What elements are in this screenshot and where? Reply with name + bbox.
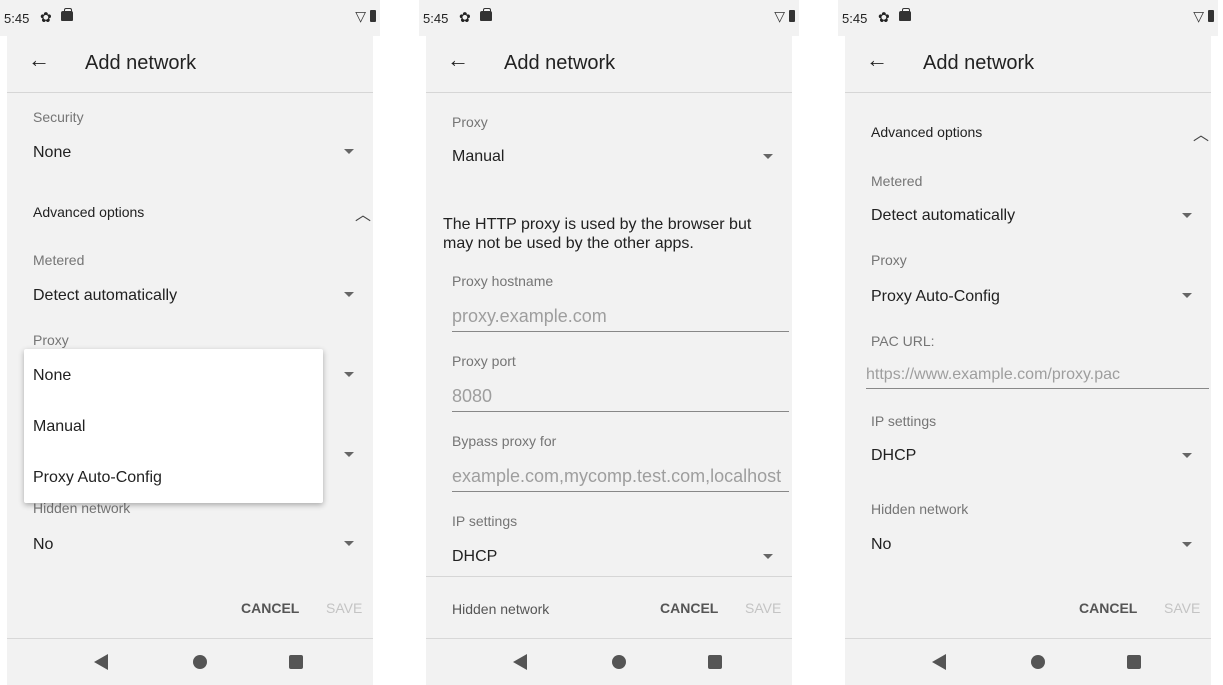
hidden-network-select[interactable]: No [871,536,891,554]
button-bar-divider [426,576,792,577]
back-arrow-icon[interactable]: ← [866,47,888,73]
wifi-icon: ▽ [774,8,785,24]
page-title: Add network [504,52,616,74]
save-button[interactable]: SAVE [745,600,781,616]
advanced-options-label[interactable]: Advanced options [33,204,144,220]
nav-home-icon[interactable] [1031,655,1045,669]
metered-select[interactable]: Detect automatically [33,287,177,305]
ip-settings-label: IP settings [452,513,518,529]
hidden-network-caret-icon[interactable] [1182,542,1192,547]
cancel-button[interactable]: CANCEL [241,600,299,616]
proxy-label: Proxy [33,332,69,348]
ip-caret-icon[interactable] [344,452,354,457]
app-bar: ← Add network [7,36,373,93]
metered-label: Metered [871,173,923,189]
settings-gear-icon: ✿ [878,9,890,25]
save-button[interactable]: SAVE [1164,600,1200,616]
nav-back-icon[interactable] [94,654,108,670]
nav-home-icon[interactable] [193,655,207,669]
bypass-proxy-input[interactable]: example.com,mycomp.test.com,localhost [452,466,789,492]
security-select[interactable]: None [33,144,71,162]
status-bar: 5:45 ✿ ▽ [0,0,380,36]
proxy-port-label: Proxy port [452,353,516,369]
metered-caret-icon[interactable] [1182,213,1192,218]
nav-recents-icon[interactable] [289,655,303,669]
metered-select[interactable]: Detect automatically [871,207,1015,225]
nav-back-icon[interactable] [932,654,946,670]
proxy-caret-icon[interactable] [344,372,354,377]
metered-caret-icon[interactable] [344,292,354,297]
proxy-hostname-input[interactable]: proxy.example.com [452,306,789,332]
hidden-network-caret-icon[interactable] [344,541,354,546]
nav-back-icon[interactable] [513,654,527,670]
wifi-icon: ▽ [355,8,366,24]
navigation-bar [426,638,792,685]
ip-settings-select[interactable]: DHCP [871,447,916,465]
nav-recents-icon[interactable] [1127,655,1141,669]
screen-2: 5:45 ✿ ▽ ← Add network Proxy Manual The … [419,0,799,685]
nav-recents-icon[interactable] [708,655,722,669]
page-title: Add network [85,52,197,74]
proxy-label: Proxy [452,114,488,130]
ip-settings-caret-icon[interactable] [763,554,773,559]
app-bar: ← Add network [426,36,792,93]
proxy-caret-icon[interactable] [1182,293,1192,298]
pac-url-input[interactable]: https://www.example.com/proxy.pac [866,366,1209,389]
dialog-content: Advanced options ︿ Metered Detect automa… [845,93,1211,685]
proxy-dropdown-menu: None Manual Proxy Auto-Config [24,349,323,503]
security-label: Security [33,109,84,125]
pac-url-label: PAC URL: [871,333,935,349]
status-time: 5:45 [4,11,30,26]
proxy-caret-icon[interactable] [763,154,773,159]
dropdown-option-none[interactable]: None [33,367,71,385]
status-bar: 5:45 ✿ ▽ [838,0,1218,36]
hidden-network-label: Hidden network [452,601,550,617]
battery-icon [1208,10,1214,22]
cancel-button[interactable]: CANCEL [1079,600,1137,616]
settings-gear-icon: ✿ [40,9,52,25]
chevron-up-icon[interactable]: ︿ [355,201,371,225]
chevron-up-icon[interactable]: ︿ [1193,121,1209,145]
ip-settings-label: IP settings [871,413,937,429]
save-button[interactable]: SAVE [326,600,362,616]
settings-gear-icon: ✿ [459,9,471,25]
status-bar: 5:45 ✿ ▽ [419,0,799,36]
dropdown-option-manual[interactable]: Manual [33,418,85,436]
advanced-options-label[interactable]: Advanced options [871,124,982,140]
security-caret-icon[interactable] [344,149,354,154]
screen-3: 5:45 ✿ ▽ ← Add network Advanced options … [838,0,1218,685]
briefcase-icon [899,8,911,21]
page-title: Add network [923,52,1035,74]
nav-home-icon[interactable] [612,655,626,669]
app-bar: ← Add network [845,36,1211,93]
proxy-help-text-line-2: may not be used by the other apps. [443,235,694,252]
proxy-label: Proxy [871,252,907,268]
dropdown-option-proxy-auto-config[interactable]: Proxy Auto-Config [33,469,162,487]
navigation-bar [845,638,1211,685]
back-arrow-icon[interactable]: ← [28,47,50,73]
metered-label: Metered [33,252,85,268]
bypass-proxy-label: Bypass proxy for [452,433,557,449]
ip-settings-caret-icon[interactable] [1182,453,1192,458]
proxy-select[interactable]: Manual [452,148,504,166]
briefcase-icon [480,8,492,21]
ip-settings-select[interactable]: DHCP [452,548,497,566]
status-time: 5:45 [423,11,449,26]
wifi-icon: ▽ [1193,8,1204,24]
status-time: 5:45 [842,11,868,26]
back-arrow-icon[interactable]: ← [447,47,469,73]
proxy-select[interactable]: Proxy Auto-Config [871,288,1000,306]
hidden-network-label: Hidden network [871,501,969,517]
battery-icon [370,10,376,22]
proxy-port-input[interactable]: 8080 [452,386,789,412]
cancel-button[interactable]: CANCEL [660,600,718,616]
navigation-bar [7,638,373,685]
screen-1: 5:45 ✿ ▽ ← Add network Security None Adv… [0,0,380,685]
briefcase-icon [61,8,73,21]
proxy-help-text-line-1: The HTTP proxy is used by the browser bu… [443,216,752,233]
battery-icon [789,10,795,22]
proxy-hostname-label: Proxy hostname [452,273,554,289]
dialog-content: Proxy Manual The HTTP proxy is used by t… [426,93,792,685]
hidden-network-select[interactable]: No [33,536,53,554]
